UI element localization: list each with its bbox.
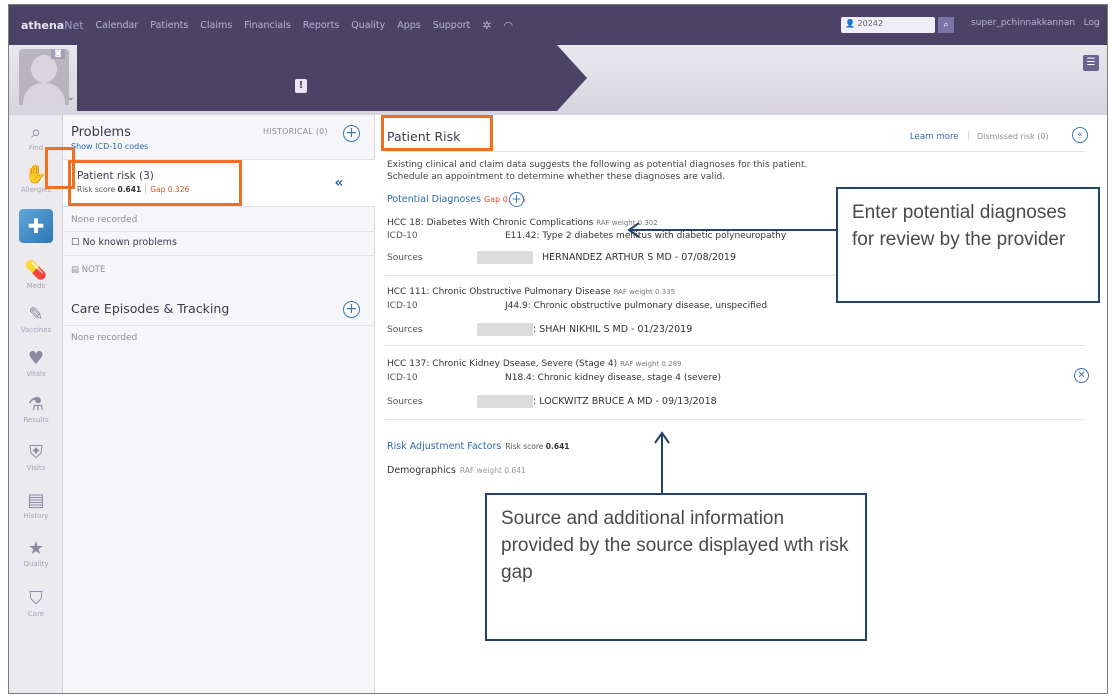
callout-source-info: Source and additional information provid… bbox=[485, 493, 867, 641]
screenshot-frame: athenaNet Calendar Patients Claims Finan… bbox=[8, 4, 1108, 694]
callout-potential-diagnoses: Enter potential diagnoses for review by … bbox=[836, 187, 1100, 303]
